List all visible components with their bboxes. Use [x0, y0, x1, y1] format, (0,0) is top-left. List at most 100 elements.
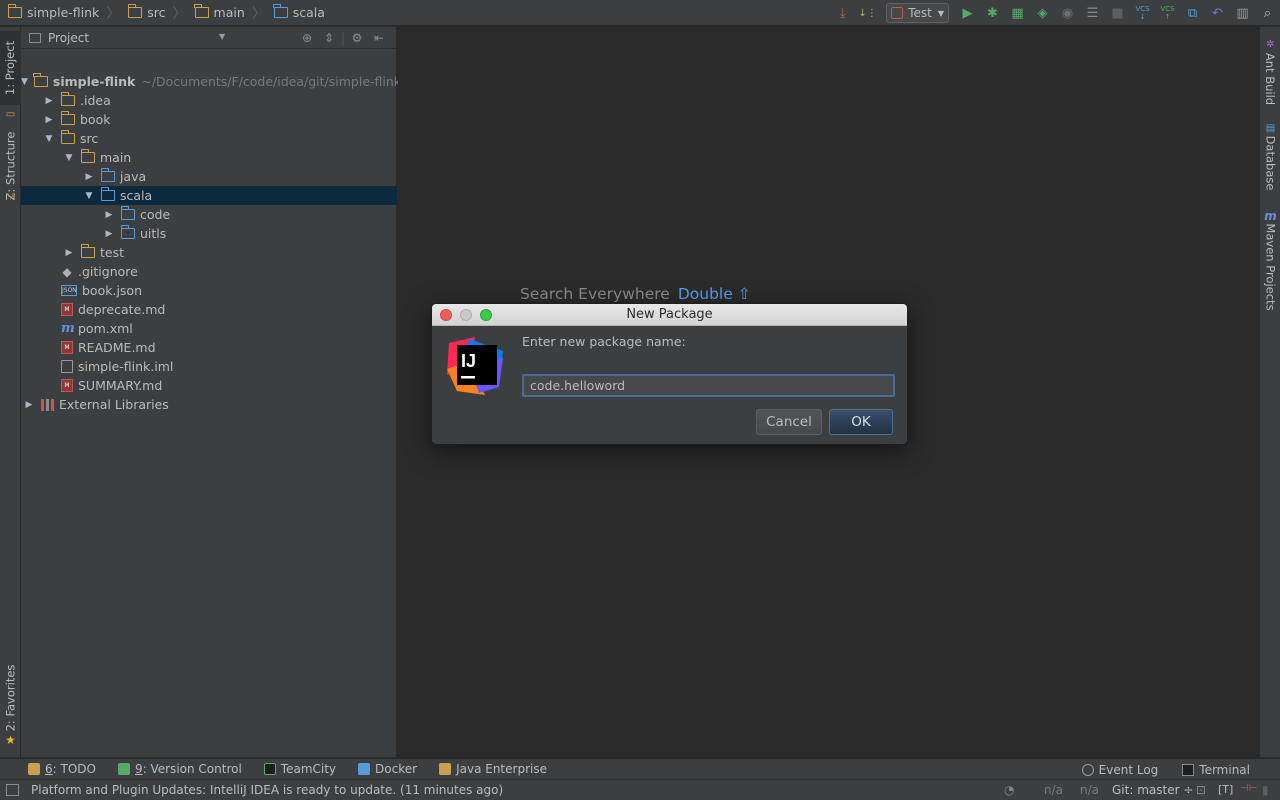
attach-icon[interactable]: ◉ [1055, 0, 1080, 26]
expand-arrow-icon[interactable]: ▼ [21, 77, 28, 87]
revert-icon[interactable]: ↶ [1205, 0, 1230, 26]
tree-row[interactable]: simple-flink.iml [21, 357, 397, 376]
terminal-button[interactable]: Terminal [1182, 763, 1250, 777]
tree-row[interactable]: m pom.xml [21, 319, 397, 338]
ok-button[interactable]: OK [829, 409, 893, 435]
status-bar: Platform and Plugin Updates: IntelliJ ID… [0, 779, 1280, 800]
hide-icon[interactable]: ⇤ [368, 31, 390, 45]
tab-database[interactable]: Database [1260, 133, 1280, 193]
tool-window-button[interactable]: 9: Version Control [117, 762, 242, 776]
tool-window-mnemonic: 9 [134, 762, 143, 776]
tree-row[interactable]: ▼ main [21, 148, 397, 167]
collapse-arrow-icon[interactable]: ▶ [43, 115, 55, 125]
status-message[interactable]: Platform and Plugin Updates: IntelliJ ID… [31, 783, 503, 797]
collapse-arrow-icon[interactable]: ▶ [83, 172, 95, 182]
tree-label: scala [120, 188, 153, 203]
tool-window-button[interactable]: Docker [358, 762, 417, 776]
version-control-icon [117, 763, 130, 775]
make-icon[interactable]: ⤓ [830, 0, 855, 26]
teamcity-icon [263, 763, 276, 775]
collapse-arrow-icon[interactable]: ▶ [103, 229, 115, 239]
project-panel-title[interactable]: Project [48, 31, 89, 45]
collapse-arrow-icon[interactable]: ▶ [23, 400, 35, 410]
cancel-button[interactable]: Cancel [756, 409, 822, 435]
sort-icon[interactable]: ↓⋮ [855, 0, 880, 26]
tree-row[interactable]: ◆ .gitignore [21, 262, 397, 281]
arrow-down-icon: ↓ [1139, 13, 1146, 21]
event-log-button[interactable]: Event Log [1081, 763, 1158, 777]
gear-icon[interactable]: ⚙ [346, 31, 368, 45]
debug-icon[interactable]: ✱ [980, 0, 1005, 26]
expand-arrow-icon[interactable]: ▼ [43, 134, 55, 144]
tree-row[interactable]: Mdeprecate.md [21, 300, 397, 319]
close-window-button[interactable] [440, 309, 452, 321]
vcs-commit-icon[interactable]: VCS ↑ [1155, 0, 1180, 26]
collapse-arrow-icon[interactable]: ▶ [103, 210, 115, 220]
tree-row[interactable]: ▶ .idea [21, 91, 397, 110]
run-icon[interactable]: ▶ [955, 0, 980, 26]
inspection-icon[interactable]: [T] [1218, 783, 1233, 796]
toggle-tool-buttons-icon[interactable] [6, 784, 19, 796]
structure-icon[interactable]: ▥ [1230, 0, 1255, 26]
minimize-window-button[interactable] [460, 309, 472, 321]
tab-ant-build[interactable]: Ant Build [1260, 49, 1280, 109]
breadcrumb-item[interactable]: scala [266, 0, 325, 26]
tree-row[interactable]: ▶ java [21, 167, 397, 186]
tree-row[interactable]: JSON book.json [21, 281, 397, 300]
chevron-down-icon[interactable]: ▼ [219, 32, 225, 41]
tree-label: java [120, 169, 147, 184]
compare-icon[interactable]: ⧉ [1180, 0, 1205, 26]
tool-window-button[interactable]: TeamCity [263, 762, 336, 776]
tree-row[interactable]: ▶ External Libraries [21, 395, 397, 414]
tool-window-button[interactable]: 6: TODO [28, 762, 96, 776]
profile-icon[interactable]: ◈ [1030, 0, 1055, 26]
vcs-update-icon[interactable]: VCS ↓ [1130, 0, 1155, 26]
tree-row[interactable]: ▼ scala [21, 186, 397, 205]
tool-window-mnemonic: 6 [45, 762, 53, 776]
power-save-icon[interactable]: ⊣⊢ [1240, 783, 1257, 794]
tab-maven-projects[interactable]: Maven Projects [1260, 223, 1280, 310]
build-icon[interactable]: ☰ [1080, 0, 1105, 26]
collapse-icon[interactable]: ⇕ [318, 31, 340, 45]
tree-row[interactable]: ▶ test [21, 243, 397, 262]
tree-icon-wrap [100, 168, 115, 182]
run-configuration-select[interactable]: Test ▼ [886, 3, 949, 23]
zoom-window-button[interactable] [480, 309, 492, 321]
markdown-file-icon: M [61, 379, 73, 392]
arrow-up-icon: ↑ [1164, 13, 1171, 21]
run-config-icon [891, 7, 904, 19]
tree-label: src [80, 131, 99, 146]
tree-row[interactable]: ▶ code [21, 205, 397, 224]
locate-icon[interactable]: ⊕ [296, 31, 318, 45]
source-folder-icon [100, 168, 115, 182]
search-icon[interactable]: ⌕ [1255, 0, 1280, 26]
expand-arrow-icon[interactable]: ▼ [63, 153, 75, 163]
tree-icon-wrap: M [61, 303, 73, 316]
lock-icon[interactable]: ⊡ [1196, 783, 1206, 797]
breadcrumb-item[interactable]: main 〉 [187, 0, 266, 26]
tree-row[interactable]: M README.md [21, 338, 397, 357]
markdown-file-icon: M [61, 303, 73, 316]
tree-row[interactable]: ▼ src [21, 129, 397, 148]
tree-row[interactable]: ▶ book [21, 110, 397, 129]
star-icon: ★ [5, 733, 16, 747]
expand-arrow-icon[interactable]: ▼ [83, 191, 95, 201]
tab-favorites[interactable]: 2: Favorites [0, 663, 21, 733]
stop-icon[interactable]: ■ [1105, 0, 1130, 26]
tree-row[interactable]: ▼ simple-flink ~/Documents/F/code/idea/git… [21, 72, 401, 91]
tree-row[interactable]: ▶ uitls [21, 224, 397, 243]
breadcrumb-item[interactable]: src 〉 [120, 0, 187, 26]
tree-icon-wrap [60, 92, 75, 106]
tool-window-button[interactable]: Java Enterprise [439, 762, 547, 776]
breadcrumb-item[interactable]: simple-flink 〉 [0, 0, 120, 26]
git-file-icon: ◆ [62, 264, 72, 279]
git-branch-widget[interactable]: Git: master ÷ [1112, 783, 1193, 797]
collapse-arrow-icon[interactable]: ▶ [43, 96, 55, 106]
package-name-input[interactable] [522, 374, 895, 397]
tab-project[interactable]: 1: Project [0, 31, 21, 105]
coverage-icon[interactable]: ▦ [1005, 0, 1030, 26]
tree-icon-wrap: ◆ [61, 265, 73, 279]
collapse-arrow-icon[interactable]: ▶ [63, 248, 75, 258]
speech-bubble-icon [1081, 763, 1094, 776]
tree-row[interactable]: M SUMMARY.md [21, 376, 397, 395]
